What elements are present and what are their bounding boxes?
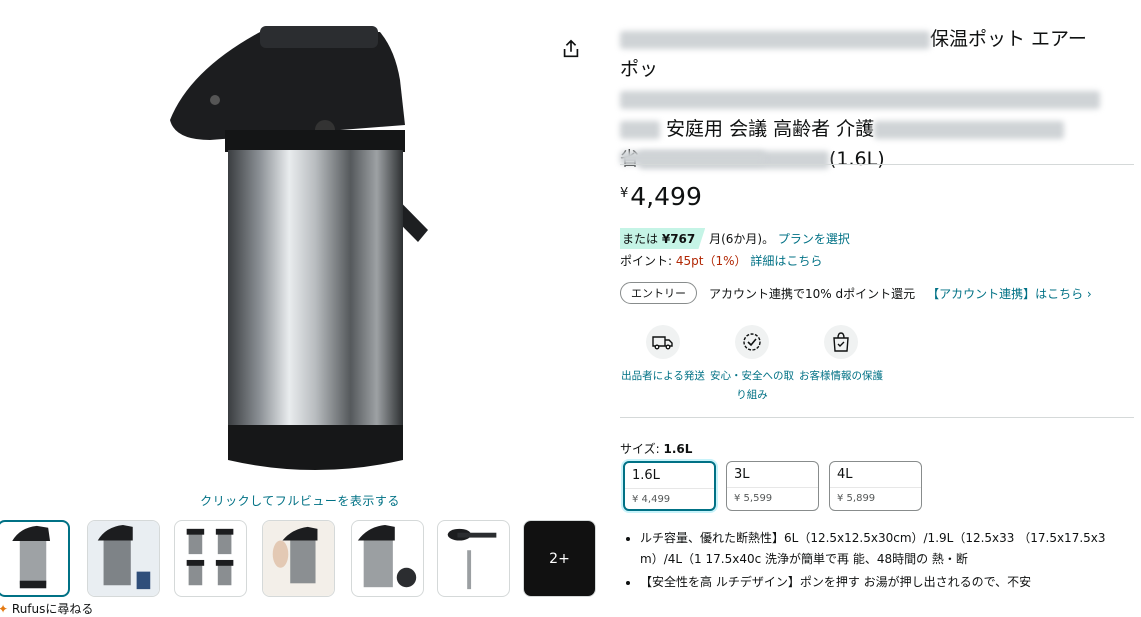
- account-link[interactable]: 【アカウント連携】はこちら ›: [927, 285, 1092, 302]
- rufus-label: Rufusに尋ねる: [11, 602, 94, 616]
- bag-lock-icon: [824, 325, 858, 359]
- size-option-1-6l[interactable]: 1.6L ¥ 4,499: [623, 461, 716, 511]
- price-currency: ¥: [620, 186, 629, 201]
- select-plan-link[interactable]: プランを選択: [778, 232, 850, 246]
- installment-prefix: または: [622, 232, 659, 246]
- installment-badge: または ¥767: [620, 228, 706, 249]
- thumbnail-4[interactable]: [262, 520, 335, 597]
- option-name: 3L: [734, 467, 750, 482]
- price: ¥4,499: [620, 182, 702, 211]
- title-line-1: 保温ポット エアー: [930, 28, 1087, 50]
- main-product-image[interactable]: [150, 20, 450, 485]
- badge-label: 出品者による発送: [621, 370, 705, 382]
- full-view-link[interactable]: クリックしてフルビューを表示する: [150, 492, 450, 509]
- points-row: ポイント: 45pt（1%） 詳細はこちら: [620, 252, 822, 269]
- bullet-item: 【安全性を高 ルチデザイン】ポンを押す お湯が押し出されるので、不安: [640, 572, 1138, 593]
- badge-seller-shipping[interactable]: 出品者による発送: [618, 325, 708, 386]
- installment-amount: ¥767: [661, 232, 696, 246]
- title-line-2: ポッ: [620, 58, 659, 80]
- share-icon[interactable]: [560, 38, 586, 64]
- truck-icon: [646, 325, 680, 359]
- bullet-item: ルチ容量、優れた断熱性】6L（12.5x12.5x30cm）/1.9L（12.5…: [640, 528, 1138, 570]
- campaign-text: アカウント連携で10% dポイント還元: [709, 286, 916, 301]
- thumbnail-1[interactable]: [0, 520, 70, 597]
- rufus-link[interactable]: ✦ Rufusに尋ねる: [0, 600, 93, 617]
- size-label-text: サイズ:: [620, 442, 660, 456]
- feature-bullets: ルチ容量、優れた断熱性】6L（12.5x12.5x30cm）/1.9L（12.5…: [620, 528, 1138, 595]
- thumbnail-5[interactable]: [351, 520, 424, 597]
- badge-label: お客様情報の保護: [799, 370, 883, 382]
- points-details-link[interactable]: 詳細はこちら: [750, 254, 822, 268]
- title-line-3: 安庭用 会議 高齢者 介護: [666, 118, 875, 140]
- option-price: ¥ 5,899: [830, 487, 921, 504]
- thumbnail-3[interactable]: [174, 520, 247, 597]
- title-size: (1.6L): [829, 148, 885, 170]
- size-option-4l[interactable]: 4L ¥ 5,899: [829, 461, 922, 511]
- size-option-3l[interactable]: 3L ¥ 5,599: [726, 461, 819, 511]
- size-label: サイズ: 1.6L: [620, 440, 692, 457]
- option-name: 4L: [837, 467, 853, 482]
- divider: [620, 164, 1134, 165]
- thumbnail-2[interactable]: [87, 520, 160, 597]
- entry-button[interactable]: エントリー: [620, 282, 697, 304]
- divider: [620, 417, 1134, 418]
- option-price: ¥ 4,499: [625, 488, 714, 505]
- price-value: 4,499: [630, 182, 702, 211]
- campaign-row: エントリー アカウント連携で10% dポイント還元 【アカウント連携】はこちら …: [620, 282, 1092, 304]
- installment-row: または ¥767 月(6か月)。 プランを選択: [620, 228, 850, 249]
- badge-label: 安心・安全への取り組み: [710, 370, 794, 401]
- points-value: 45pt（1%）: [675, 254, 747, 268]
- badge-safety[interactable]: 安心・安全への取り組み: [707, 325, 797, 405]
- thumbnail-more[interactable]: 2+: [523, 520, 596, 597]
- more-images-label: 2+: [549, 550, 570, 567]
- thumbnail-6[interactable]: [437, 520, 510, 597]
- size-selected: 1.6L: [663, 442, 693, 456]
- option-name: 1.6L: [632, 468, 660, 483]
- installment-suffix: 月(6か月)。: [709, 232, 775, 246]
- badge-privacy[interactable]: お客様情報の保護: [796, 325, 886, 386]
- shield-check-icon: [735, 325, 769, 359]
- sparkle-icon: ✦: [0, 602, 9, 616]
- points-label: ポイント:: [620, 254, 673, 268]
- option-price: ¥ 5,599: [727, 487, 818, 504]
